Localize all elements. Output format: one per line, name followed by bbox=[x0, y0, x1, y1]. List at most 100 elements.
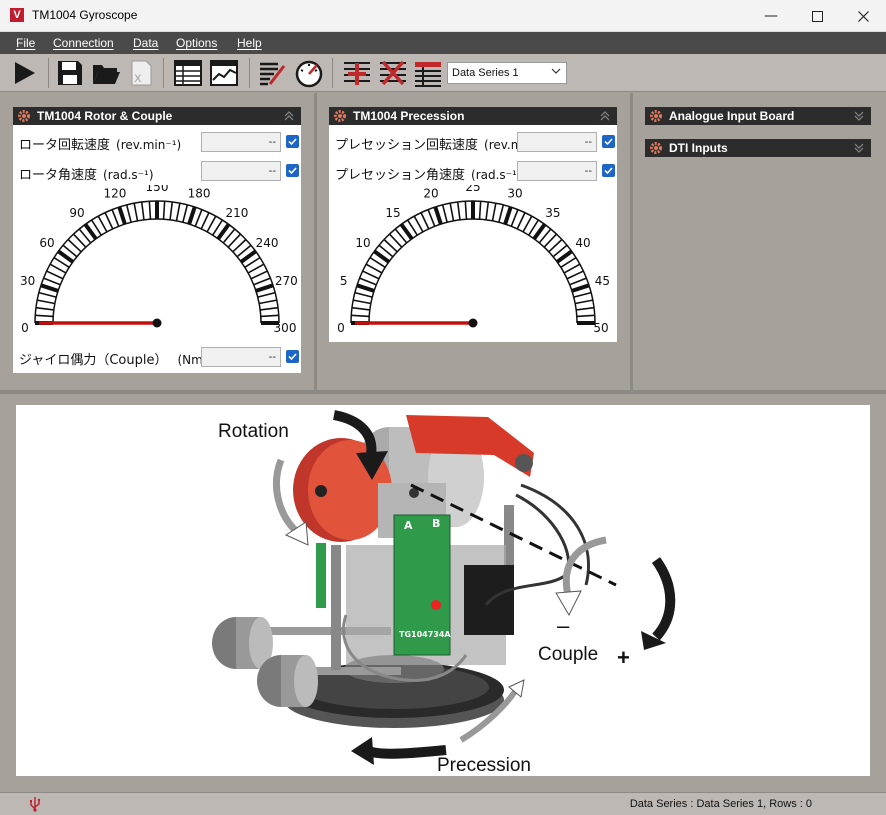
couple-value: -- bbox=[201, 347, 281, 367]
rotor-gauge-tick bbox=[148, 201, 152, 220]
precession-gauge-tick-label: 0 bbox=[337, 321, 345, 335]
couple-checkbox[interactable] bbox=[286, 350, 299, 363]
rotor-speed-checkbox[interactable] bbox=[286, 135, 299, 148]
precession-speed-checkbox[interactable] bbox=[602, 135, 615, 148]
rotor-gauge-tick bbox=[182, 204, 189, 223]
rotor-panel-header[interactable]: TM1004 Rotor & Couple bbox=[13, 107, 301, 125]
delete-row-icon[interactable] bbox=[378, 58, 408, 88]
rotor-gauge-tick-label: 240 bbox=[256, 236, 279, 250]
precession-gauge-tick bbox=[441, 204, 448, 223]
gear-icon[interactable] bbox=[333, 109, 347, 123]
rotor-angular-velocity-value: -- bbox=[201, 161, 281, 181]
precession-gauge-tick bbox=[478, 201, 482, 220]
play-icon[interactable] bbox=[10, 58, 40, 88]
save-icon[interactable] bbox=[55, 58, 85, 88]
rotor-speed-gauge: 0 30 60 90 120 150 180 210 240 270 300 bbox=[20, 185, 298, 335]
precession-gauge-tick bbox=[522, 215, 533, 233]
chevron-down-icon bbox=[551, 68, 561, 74]
minimize-icon: — bbox=[764, 8, 778, 24]
menu-options[interactable]: Options bbox=[176, 36, 217, 50]
rotor-gauge-tick-label: 210 bbox=[225, 206, 248, 220]
rotor-gauge-tick bbox=[40, 283, 59, 293]
precession-speed-gauge: 0 5 10 15 20 25 30 35 40 45 50 bbox=[337, 185, 610, 335]
precession-gauge-tick bbox=[532, 223, 547, 241]
open-folder-icon[interactable] bbox=[91, 58, 121, 88]
precession-gauge-tick bbox=[427, 209, 436, 227]
rotor-gauge-tick bbox=[38, 291, 57, 298]
couple-minus: – bbox=[557, 613, 570, 638]
meter-settings-icon[interactable] bbox=[294, 58, 324, 88]
expand-down-icon[interactable] bbox=[853, 142, 865, 154]
rotor-gauge-tick bbox=[46, 270, 64, 280]
precession-gauge-needle-hub bbox=[468, 318, 478, 328]
collapse-up-icon[interactable] bbox=[283, 110, 295, 122]
excel-export-icon[interactable]: x bbox=[126, 58, 156, 88]
usb-icon bbox=[30, 797, 41, 812]
gear-icon[interactable] bbox=[17, 109, 31, 123]
analogue-input-header[interactable]: Analogue Input Board bbox=[645, 107, 871, 125]
rotor-speed-label: ロータ回転速度 (rev.min⁻¹) bbox=[19, 138, 182, 153]
expand-down-icon[interactable] bbox=[853, 110, 865, 122]
dti-inputs-header[interactable]: DTI Inputs bbox=[645, 139, 871, 157]
toolbar: x bbox=[0, 54, 886, 92]
rotor-angular-velocity-checkbox[interactable] bbox=[286, 164, 299, 177]
precession-gauge-tick bbox=[510, 209, 519, 227]
panel-divider[interactable] bbox=[314, 93, 317, 390]
data-series-icon[interactable] bbox=[413, 58, 443, 88]
rotor-gauge-tick-label: 300 bbox=[274, 321, 297, 335]
analogue-input-panel[interactable]: Analogue Input Board bbox=[645, 107, 871, 125]
precession-gauge-tick-label: 5 bbox=[340, 274, 348, 288]
gyroscope-apparatus-icon: A B TG104734A Rotation Couple – + Preces… bbox=[212, 410, 676, 776]
precession-gauge-tick bbox=[576, 314, 595, 318]
rotor-gauge-tick bbox=[175, 203, 181, 221]
toolbar-separator bbox=[249, 58, 250, 88]
graph-view-icon[interactable] bbox=[209, 58, 239, 88]
board-part-number: TG104734A bbox=[399, 630, 451, 639]
menu-connection[interactable]: Connection bbox=[53, 36, 114, 50]
status-text: Data Series : Data Series 1, Rows : 0 bbox=[629, 798, 812, 810]
rotor-panel-title: TM1004 Rotor & Couple bbox=[37, 109, 173, 123]
rotor-gauge-tick bbox=[125, 204, 132, 223]
gear-icon[interactable] bbox=[649, 109, 663, 123]
gear-icon[interactable] bbox=[649, 141, 663, 155]
dti-inputs-panel[interactable]: DTI Inputs bbox=[645, 139, 871, 157]
rotor-couple-panel: TM1004 Rotor & Couple ロータ回転速度 (rev.min⁻¹)… bbox=[13, 107, 301, 373]
menu-data[interactable]: Data bbox=[133, 36, 158, 50]
board-label-a: A bbox=[404, 519, 413, 532]
precession-gauge-tick bbox=[464, 201, 468, 220]
data-series-selected: Data Series 1 bbox=[452, 67, 519, 79]
precession-gauge-tick bbox=[449, 203, 455, 221]
add-row-icon[interactable] bbox=[342, 58, 372, 88]
rotor-gauge-tick-label: 150 bbox=[146, 185, 169, 194]
table-view-icon[interactable] bbox=[173, 58, 203, 88]
rotor-gauge-tick bbox=[216, 223, 231, 241]
rotor-gauge-tick-label: 180 bbox=[188, 187, 211, 201]
rotor-gauge-tick bbox=[206, 215, 217, 233]
precession-panel-header[interactable]: TM1004 Precession bbox=[329, 107, 617, 125]
data-series-select[interactable]: Data Series 1 bbox=[447, 62, 567, 84]
precession-gauge-tick bbox=[365, 263, 383, 274]
menu-help[interactable]: Help bbox=[237, 36, 262, 50]
edit-table-icon[interactable] bbox=[258, 58, 288, 88]
collapse-up-icon[interactable] bbox=[599, 110, 611, 122]
precession-gauge-tick-label: 10 bbox=[355, 236, 370, 250]
precession-gauge-tick-label: 40 bbox=[575, 236, 590, 250]
toolbar-separator bbox=[48, 58, 49, 88]
precession-angular-velocity-value: -- bbox=[517, 161, 597, 181]
rotor-gauge-tick bbox=[104, 212, 114, 230]
rotor-gauge-tick bbox=[255, 283, 274, 293]
precession-angular-velocity-checkbox[interactable] bbox=[602, 164, 615, 177]
menu-file[interactable]: File bbox=[16, 36, 35, 50]
precession-gauge-tick bbox=[575, 299, 593, 305]
rotor-gauge-tick bbox=[37, 299, 55, 305]
minimize-button[interactable]: — bbox=[748, 0, 794, 32]
precession-gauge-tick bbox=[354, 291, 373, 298]
horizontal-splitter[interactable] bbox=[0, 390, 886, 394]
svg-text:x: x bbox=[134, 71, 142, 86]
panel-divider[interactable] bbox=[630, 93, 633, 390]
maximize-button[interactable] bbox=[794, 0, 840, 32]
close-button[interactable] bbox=[840, 0, 886, 32]
rotor-gauge-tick-label: 60 bbox=[39, 236, 54, 250]
precession-gauge-tick-label: 20 bbox=[423, 187, 438, 201]
menu-bar: File Connection Data Options Help bbox=[0, 32, 886, 54]
